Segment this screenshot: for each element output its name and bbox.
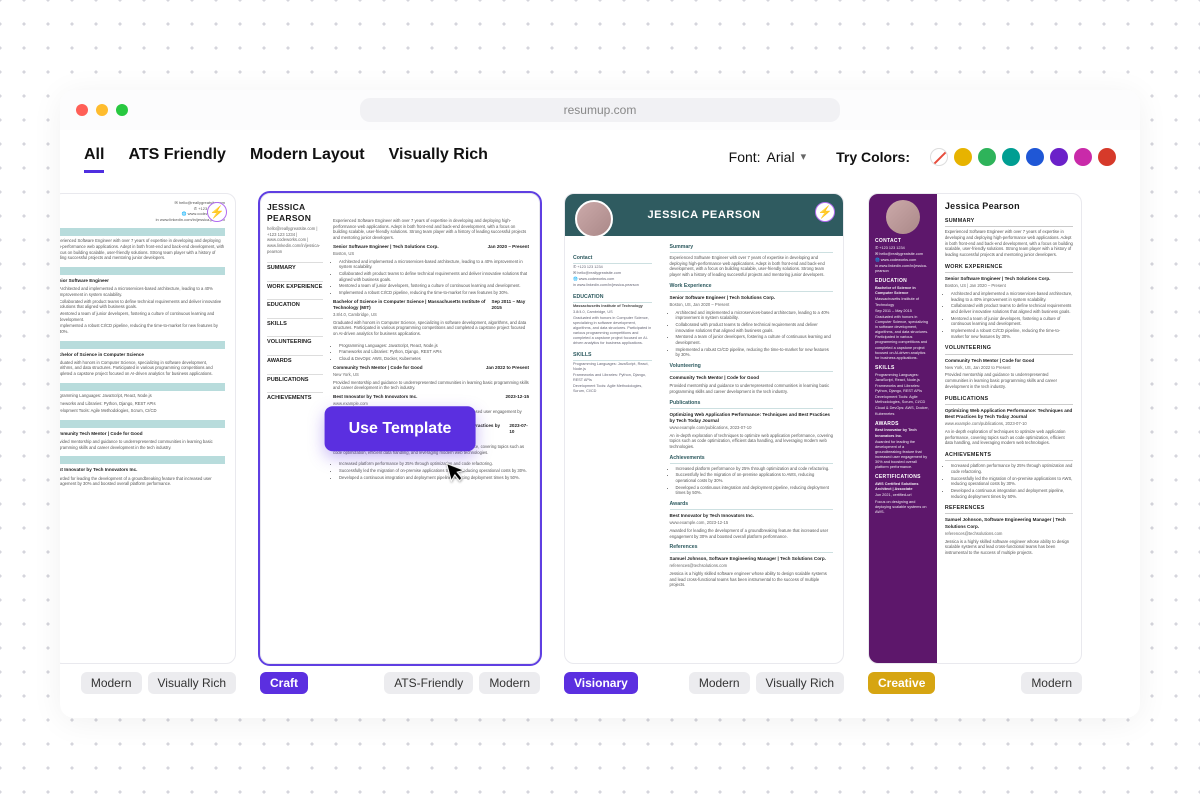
resume-name: Jessica Pearson — [945, 200, 1073, 212]
maximize-window-icon[interactable] — [116, 104, 128, 116]
tag-chip[interactable]: Modern — [1021, 672, 1082, 694]
card-footer: Craft ATS-Friendly Modern — [260, 672, 540, 694]
resume-name: JESSICA PEARSON — [267, 202, 323, 225]
template-name-chip[interactable]: Visionary — [564, 672, 638, 694]
template-preview: JESSICA PEARSON hello@reallygreatsite.co… — [260, 193, 540, 664]
template-preview: ⚡ ✉ hello@reallygreatsite.com ✆ +123 123… — [60, 193, 236, 664]
lightning-icon: ⚡ — [815, 202, 835, 222]
tag-chip[interactable]: ATS-Friendly — [384, 672, 473, 694]
tab-all[interactable]: All — [84, 140, 104, 173]
template-preview: Contact ✆ +123 123 1234 ✉ hello@reallygr… — [868, 193, 1082, 664]
color-swatch-blue[interactable] — [1026, 148, 1044, 166]
titlebar: resumup.com — [60, 90, 1140, 130]
minimize-window-icon[interactable] — [96, 104, 108, 116]
avatar — [575, 200, 613, 238]
tag-chip[interactable]: Visually Rich — [756, 672, 844, 694]
window-controls — [76, 104, 128, 116]
tab-visually-rich[interactable]: Visually Rich — [389, 140, 488, 173]
template-card[interactable]: ⚡ JESSICA PEARSON Contact ✆ +123 123 123… — [564, 193, 844, 694]
color-swatch-red[interactable] — [1098, 148, 1116, 166]
color-swatch-yellow[interactable] — [954, 148, 972, 166]
tag-chip[interactable]: Modern — [479, 672, 540, 694]
card-footer: Creative Modern — [868, 672, 1082, 694]
try-colors-label: Try Colors: — [836, 149, 910, 165]
font-selector[interactable]: Font: Arial ▾ — [729, 149, 806, 165]
color-swatch-purple[interactable] — [1050, 148, 1068, 166]
color-swatch-none[interactable] — [930, 148, 948, 166]
use-template-button[interactable]: Use Template — [325, 406, 476, 452]
toolbar: All ATS Friendly Modern Layout Visually … — [60, 130, 1140, 185]
font-label: Font: — [729, 149, 761, 165]
card-footer: Visionary Modern Visually Rich — [564, 672, 844, 694]
template-card[interactable]: Contact ✆ +123 123 1234 ✉ hello@reallygr… — [868, 193, 1082, 694]
lightning-icon: ⚡ — [207, 202, 227, 222]
tab-ats-friendly[interactable]: ATS Friendly — [128, 140, 226, 173]
tab-modern-layout[interactable]: Modern Layout — [250, 140, 365, 173]
card-footer: Modern Visually Rich — [60, 672, 236, 694]
browser-window: resumup.com All ATS Friendly Modern Layo… — [60, 90, 1140, 718]
filter-tabs: All ATS Friendly Modern Layout Visually … — [84, 140, 488, 173]
close-window-icon[interactable] — [76, 104, 88, 116]
template-name-chip[interactable]: Creative — [868, 672, 935, 694]
template-card-selected[interactable]: JESSICA PEARSON hello@reallygreatsite.co… — [260, 193, 540, 694]
template-card[interactable]: ⚡ ✉ hello@reallygreatsite.com ✆ +123 123… — [60, 193, 236, 694]
chevron-down-icon: ▾ — [801, 150, 807, 163]
url-bar[interactable]: resumup.com — [360, 98, 840, 122]
url-text: resumup.com — [564, 103, 637, 117]
tag-chip[interactable]: Modern — [689, 672, 750, 694]
color-swatch-green[interactable] — [978, 148, 996, 166]
font-value: Arial — [767, 149, 795, 165]
template-preview: ⚡ JESSICA PEARSON Contact ✆ +123 123 123… — [564, 193, 844, 664]
template-name-chip[interactable]: Craft — [260, 672, 308, 694]
color-swatch-magenta[interactable] — [1074, 148, 1092, 166]
avatar — [886, 200, 920, 234]
color-swatches — [930, 148, 1116, 166]
tag-chip[interactable]: Modern — [81, 672, 142, 694]
template-gallery: ⚡ ✉ hello@reallygreatsite.com ✆ +123 123… — [60, 185, 1140, 718]
summary-text: Experienced Software Engineer with over … — [60, 238, 225, 261]
color-swatch-teal[interactable] — [1002, 148, 1020, 166]
tag-chip[interactable]: Visually Rich — [148, 672, 236, 694]
